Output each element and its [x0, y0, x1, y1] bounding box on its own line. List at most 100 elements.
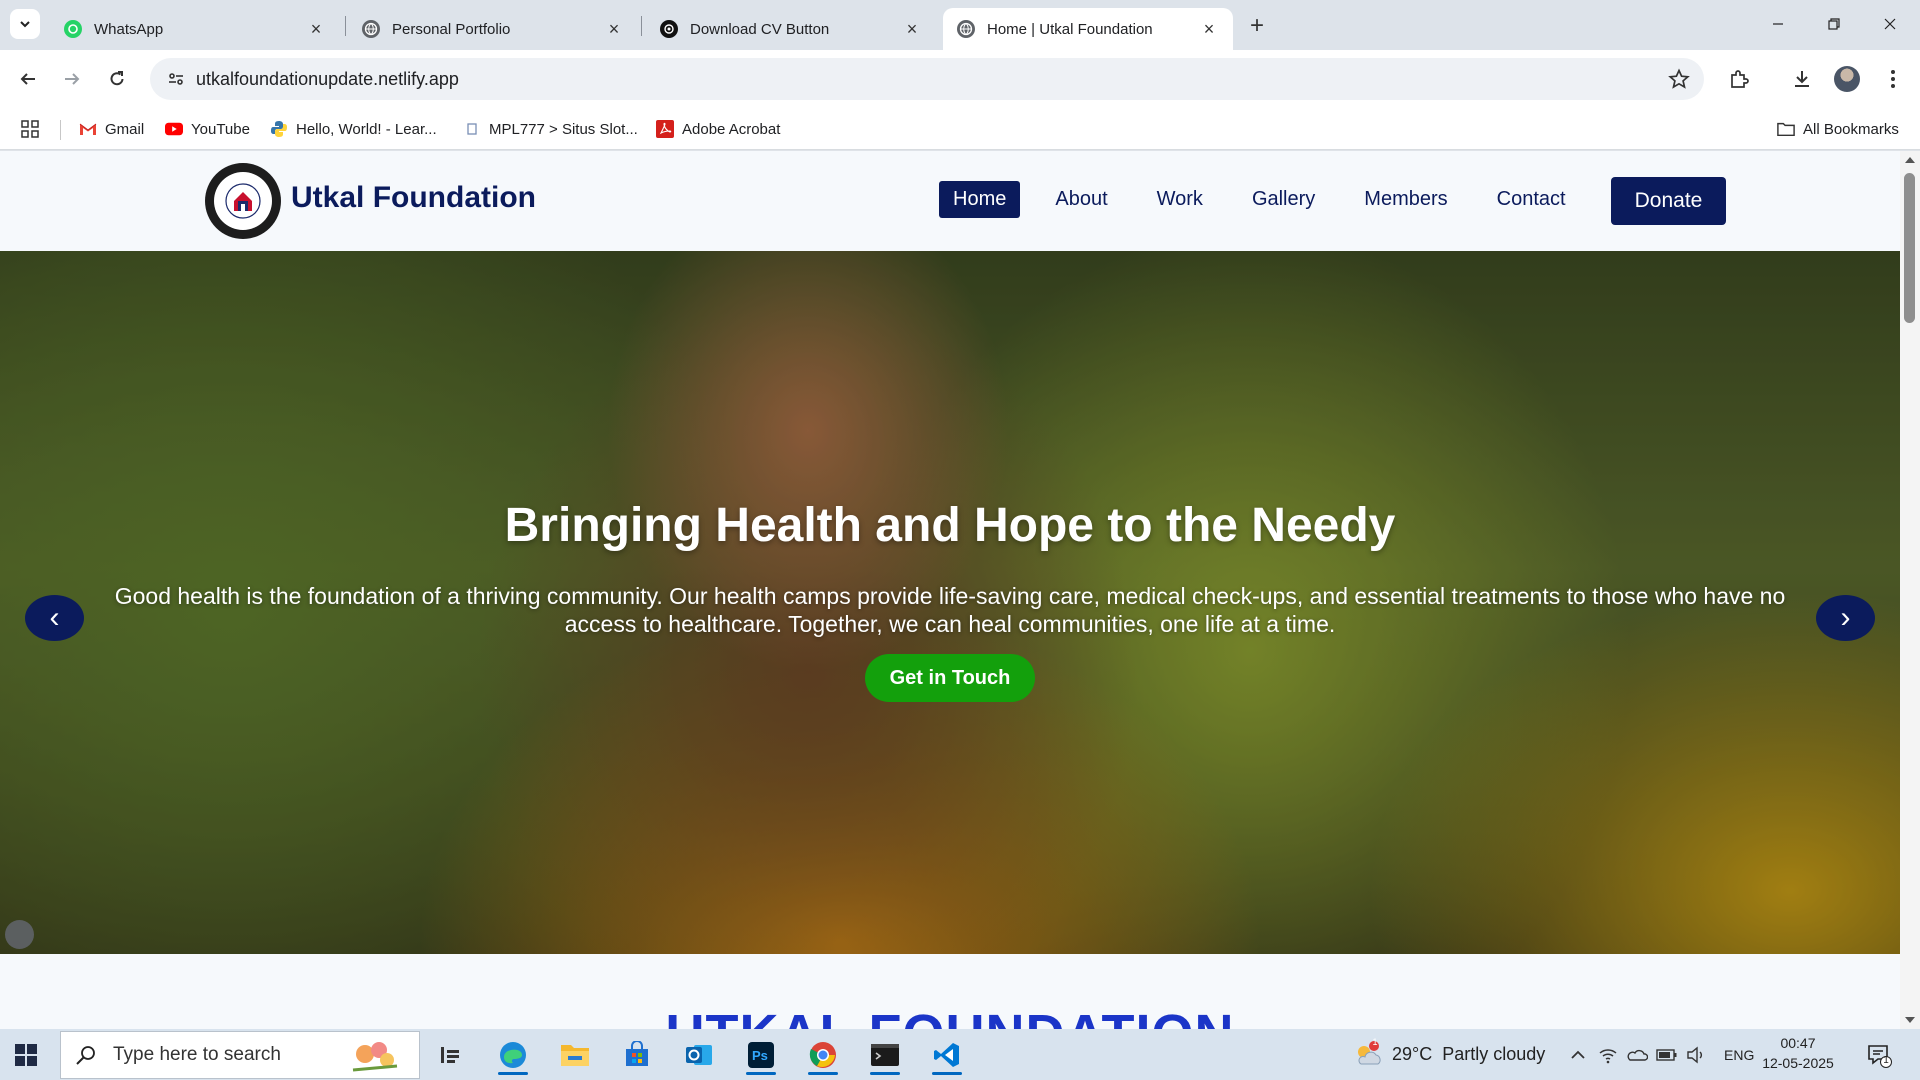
kebab-menu-icon — [1891, 70, 1895, 88]
address-bar[interactable]: utkalfoundationupdate.netlify.app — [150, 58, 1704, 100]
all-bookmarks-button[interactable]: All Bookmarks — [1777, 118, 1899, 140]
browser-toolbar: utkalfoundationupdate.netlify.app — [0, 50, 1920, 108]
tab-search-button[interactable] — [10, 9, 40, 39]
task-view-icon — [441, 1047, 459, 1063]
donate-button[interactable]: Donate — [1611, 177, 1726, 225]
wifi-icon[interactable] — [1598, 1045, 1618, 1065]
tab-whatsapp[interactable]: WhatsApp × — [50, 8, 340, 50]
reload-button[interactable] — [101, 63, 133, 95]
nav-work[interactable]: Work — [1143, 181, 1217, 218]
browser-menu-button[interactable] — [1878, 64, 1908, 94]
forward-button[interactable] — [56, 63, 88, 95]
search-placeholder: Type here to search — [113, 1044, 281, 1065]
taskbar-file-explorer[interactable] — [552, 1035, 598, 1075]
scroll-down-arrow-icon[interactable] — [1905, 1017, 1915, 1023]
bookmark-label: YouTube — [191, 120, 250, 138]
minimize-button[interactable] — [1750, 6, 1806, 42]
running-indicator — [746, 1072, 776, 1075]
tab-personal-portfolio[interactable]: Personal Portfolio × — [348, 8, 638, 50]
close-tab-icon[interactable]: × — [902, 19, 922, 39]
slider-indicator-dot[interactable] — [5, 920, 34, 949]
bookmark-star-icon[interactable] — [1668, 68, 1690, 95]
new-tab-button[interactable]: + — [1243, 12, 1271, 40]
store-icon — [626, 1041, 648, 1066]
site-icon — [463, 121, 481, 137]
hero-title: Bringing Health and Hope to the Needy — [504, 499, 1396, 552]
taskbar-photoshop[interactable]: Ps — [738, 1035, 784, 1075]
tab-title: WhatsApp — [94, 20, 164, 38]
vscode-icon — [934, 1043, 959, 1067]
taskbar-store[interactable] — [614, 1035, 660, 1075]
chrome-icon — [809, 1042, 836, 1068]
close-window-button[interactable] — [1862, 6, 1918, 42]
extensions-button[interactable] — [1724, 64, 1754, 94]
notification-center-button[interactable]: 1 — [1866, 1029, 1892, 1080]
site-info-icon[interactable] — [166, 69, 186, 89]
bookmark-mpl777[interactable]: MPL777 > Situs Slot... — [463, 118, 638, 140]
close-tab-icon[interactable]: × — [1199, 19, 1219, 39]
whatsapp-icon — [64, 20, 82, 38]
downloads-button[interactable] — [1787, 64, 1817, 94]
tab-divider — [641, 16, 642, 36]
taskbar-vscode[interactable] — [924, 1035, 970, 1075]
battery-icon[interactable] — [1656, 1048, 1678, 1062]
running-indicator — [870, 1072, 900, 1075]
system-clock[interactable]: 00:47 12-05-2025 — [1758, 1033, 1838, 1073]
page-scrollbar[interactable] — [1900, 151, 1920, 1029]
slider-next-button[interactable]: › — [1816, 595, 1875, 641]
task-view-button[interactable] — [427, 1035, 473, 1075]
bookmark-adobe-acrobat[interactable]: Adobe Acrobat — [656, 118, 780, 140]
start-button[interactable] — [14, 1043, 38, 1067]
nav-gallery[interactable]: Gallery — [1238, 181, 1329, 218]
globe-icon — [957, 20, 975, 38]
taskbar-edge[interactable] — [490, 1035, 536, 1075]
reload-icon — [110, 71, 124, 86]
brand-name[interactable]: Utkal Foundation — [291, 181, 536, 215]
nav-members[interactable]: Members — [1350, 181, 1461, 218]
hero-description: Good health is the foundation of a thriv… — [114, 583, 1786, 637]
restore-icon — [1828, 18, 1840, 30]
slider-prev-button[interactable]: ‹ — [25, 595, 84, 641]
onedrive-icon[interactable] — [1626, 1047, 1648, 1063]
tab-download-cv-button[interactable]: Download CV Button × — [646, 8, 936, 50]
taskbar-outlook[interactable] — [676, 1035, 722, 1075]
main-nav: Home About Work Gallery Members Contact — [939, 181, 1601, 218]
language-indicator[interactable]: ENG — [1724, 1047, 1754, 1063]
scrollbar-thumb[interactable] — [1904, 173, 1915, 323]
apps-grid-icon — [21, 120, 39, 138]
nav-about[interactable]: About — [1041, 181, 1121, 218]
speaker-icon[interactable] — [1686, 1046, 1706, 1064]
back-button[interactable] — [12, 63, 44, 95]
nav-home[interactable]: Home — [939, 181, 1021, 218]
taskbar-terminal[interactable] — [862, 1035, 908, 1075]
folder-icon — [1777, 121, 1795, 137]
close-tab-icon[interactable]: × — [306, 19, 326, 39]
outlook-icon — [686, 1045, 712, 1065]
close-tab-icon[interactable]: × — [604, 19, 624, 39]
bookmark-youtube[interactable]: YouTube — [165, 118, 250, 140]
foundation-logo[interactable] — [205, 163, 281, 239]
page-viewport: Utkal Foundation Home About Work Gallery… — [0, 151, 1900, 1029]
running-indicator — [932, 1072, 962, 1075]
tab-utkal-foundation[interactable]: Home | Utkal Foundation × — [943, 8, 1233, 50]
apps-button[interactable] — [20, 118, 40, 140]
nav-contact[interactable]: Contact — [1483, 181, 1580, 218]
arrow-left-icon — [20, 73, 35, 85]
bookmark-gmail[interactable]: Gmail — [79, 118, 144, 140]
running-indicator — [808, 1072, 838, 1075]
bookmark-hello-world[interactable]: Hello, World! - Lear... — [270, 118, 437, 140]
taskbar-chrome[interactable] — [800, 1035, 846, 1075]
chevron-down-icon — [20, 21, 30, 28]
taskbar-search-box[interactable]: Type here to search — [60, 1031, 420, 1079]
scroll-up-arrow-icon[interactable] — [1905, 157, 1915, 163]
chevron-up-icon[interactable] — [1568, 1045, 1588, 1065]
running-indicator — [498, 1072, 528, 1075]
puzzle-icon — [1731, 70, 1749, 88]
restore-button[interactable] — [1806, 6, 1862, 42]
chevron-right-icon: › — [1840, 601, 1851, 634]
weather-widget[interactable]: 1 29°C Partly cloudy — [1352, 1029, 1545, 1080]
openai-icon — [660, 20, 678, 38]
profile-avatar[interactable] — [1834, 66, 1860, 92]
url-text: utkalfoundationupdate.netlify.app — [196, 68, 459, 89]
get-in-touch-button[interactable]: Get in Touch — [865, 654, 1035, 702]
